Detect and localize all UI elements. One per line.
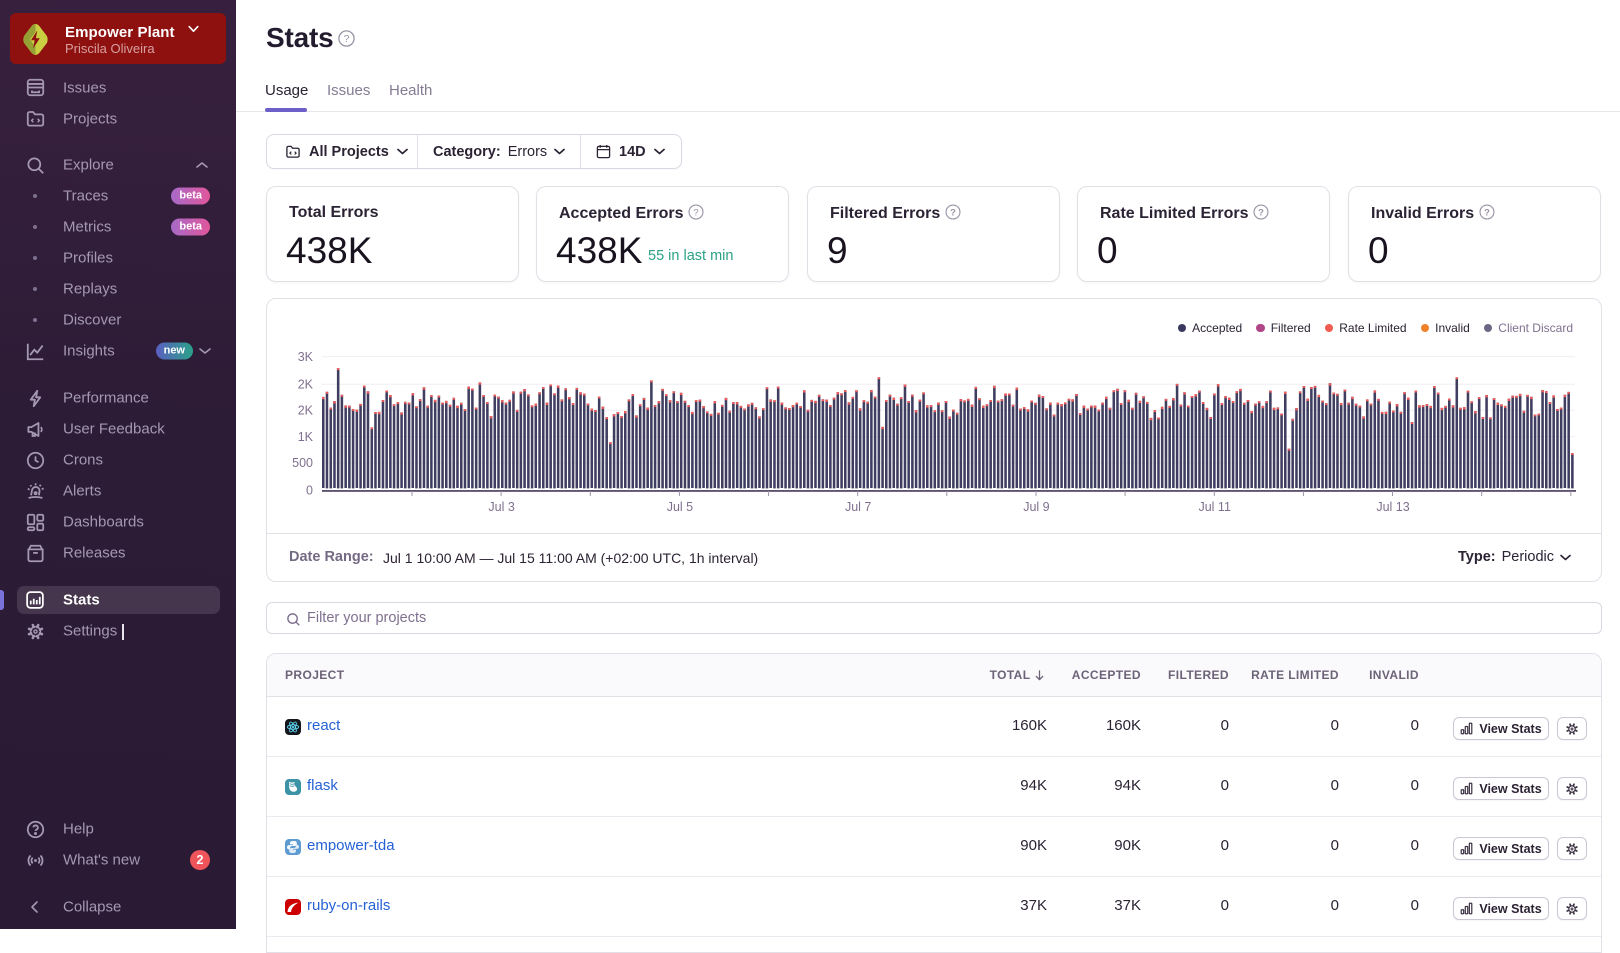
svg-text:1K: 1K (298, 430, 314, 444)
svg-text:0: 0 (306, 484, 313, 498)
svg-text:Jul 3: Jul 3 (488, 500, 514, 514)
svg-text:Jul 7: Jul 7 (845, 500, 871, 514)
svg-text:2K: 2K (298, 404, 314, 418)
svg-text:?: ? (693, 206, 698, 217)
svg-text:Jul 13: Jul 13 (1376, 500, 1409, 514)
svg-text:Jul 11: Jul 11 (1198, 500, 1230, 514)
svg-text:Jul 5: Jul 5 (667, 500, 693, 514)
svg-text:2K: 2K (298, 378, 314, 392)
svg-text:?: ? (1484, 206, 1490, 217)
svg-text:3K: 3K (298, 350, 314, 364)
svg-text:?: ? (1258, 206, 1264, 217)
svg-text:Jul 9: Jul 9 (1023, 500, 1049, 514)
svg-text:500: 500 (292, 456, 313, 470)
svg-text:?: ? (950, 206, 956, 217)
svg-text:?: ? (344, 33, 350, 45)
